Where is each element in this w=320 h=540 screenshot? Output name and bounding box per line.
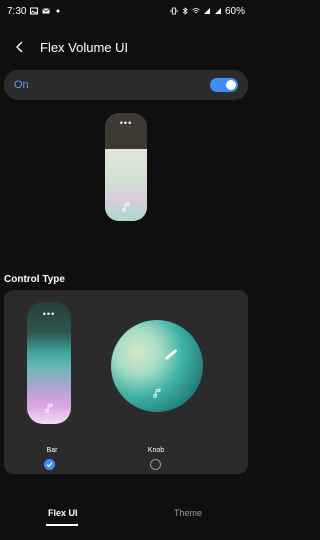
chevron-left-icon — [16, 41, 23, 53]
status-bar: 7:30 60% — [0, 0, 252, 22]
check-icon — [46, 462, 53, 468]
bluetooth-icon — [181, 7, 189, 15]
status-right: 60% — [170, 6, 245, 17]
status-left: 7:30 — [7, 6, 62, 17]
vibrate-icon — [170, 7, 178, 15]
bottom-tab-bar: Flex UI Theme — [0, 494, 252, 540]
bar-radio-checked[interactable] — [44, 459, 55, 470]
control-type-title: Control Type — [4, 274, 65, 285]
tab-flex-ui[interactable]: Flex UI — [48, 508, 78, 518]
bar-menu-dots: ••• — [42, 309, 56, 319]
control-option-bar[interactable]: ••• Bar — [4, 290, 100, 474]
master-toggle-label: On — [14, 79, 29, 91]
image-icon — [30, 7, 39, 15]
control-option-knob[interactable]: Knob — [100, 290, 248, 474]
knob-option-label: Knob — [147, 447, 165, 454]
knob-style-preview — [111, 320, 203, 412]
preview-menu-dots[interactable]: ••• — [105, 119, 147, 128]
control-type-card: ••• Bar Knob — [4, 290, 248, 474]
back-button[interactable] — [12, 39, 28, 55]
master-toggle-switch[interactable] — [210, 78, 238, 92]
music-note-icon — [152, 388, 162, 398]
signal-icon — [203, 7, 211, 15]
wifi-icon — [192, 7, 200, 15]
master-toggle-row[interactable]: On — [4, 70, 248, 100]
battery-level: 60% — [224, 5, 245, 17]
page-title: Flex Volume UI — [40, 39, 129, 55]
signal-icon — [214, 7, 222, 15]
tab-theme[interactable]: Theme — [174, 508, 202, 518]
bar-option-label: Bar — [46, 447, 58, 454]
knob-indicator — [164, 348, 178, 361]
bar-style-preview: ••• — [27, 302, 71, 424]
music-note-icon — [121, 202, 131, 212]
status-time: 7:30 — [7, 5, 27, 17]
dot-icon — [54, 7, 62, 15]
mail-icon — [42, 7, 51, 15]
music-note-icon — [44, 403, 54, 413]
knob-radio-unchecked[interactable] — [150, 459, 161, 470]
active-tab-indicator — [46, 524, 78, 526]
app-header: Flex Volume UI — [0, 32, 252, 62]
volume-preview-bar[interactable]: ••• — [105, 113, 147, 221]
